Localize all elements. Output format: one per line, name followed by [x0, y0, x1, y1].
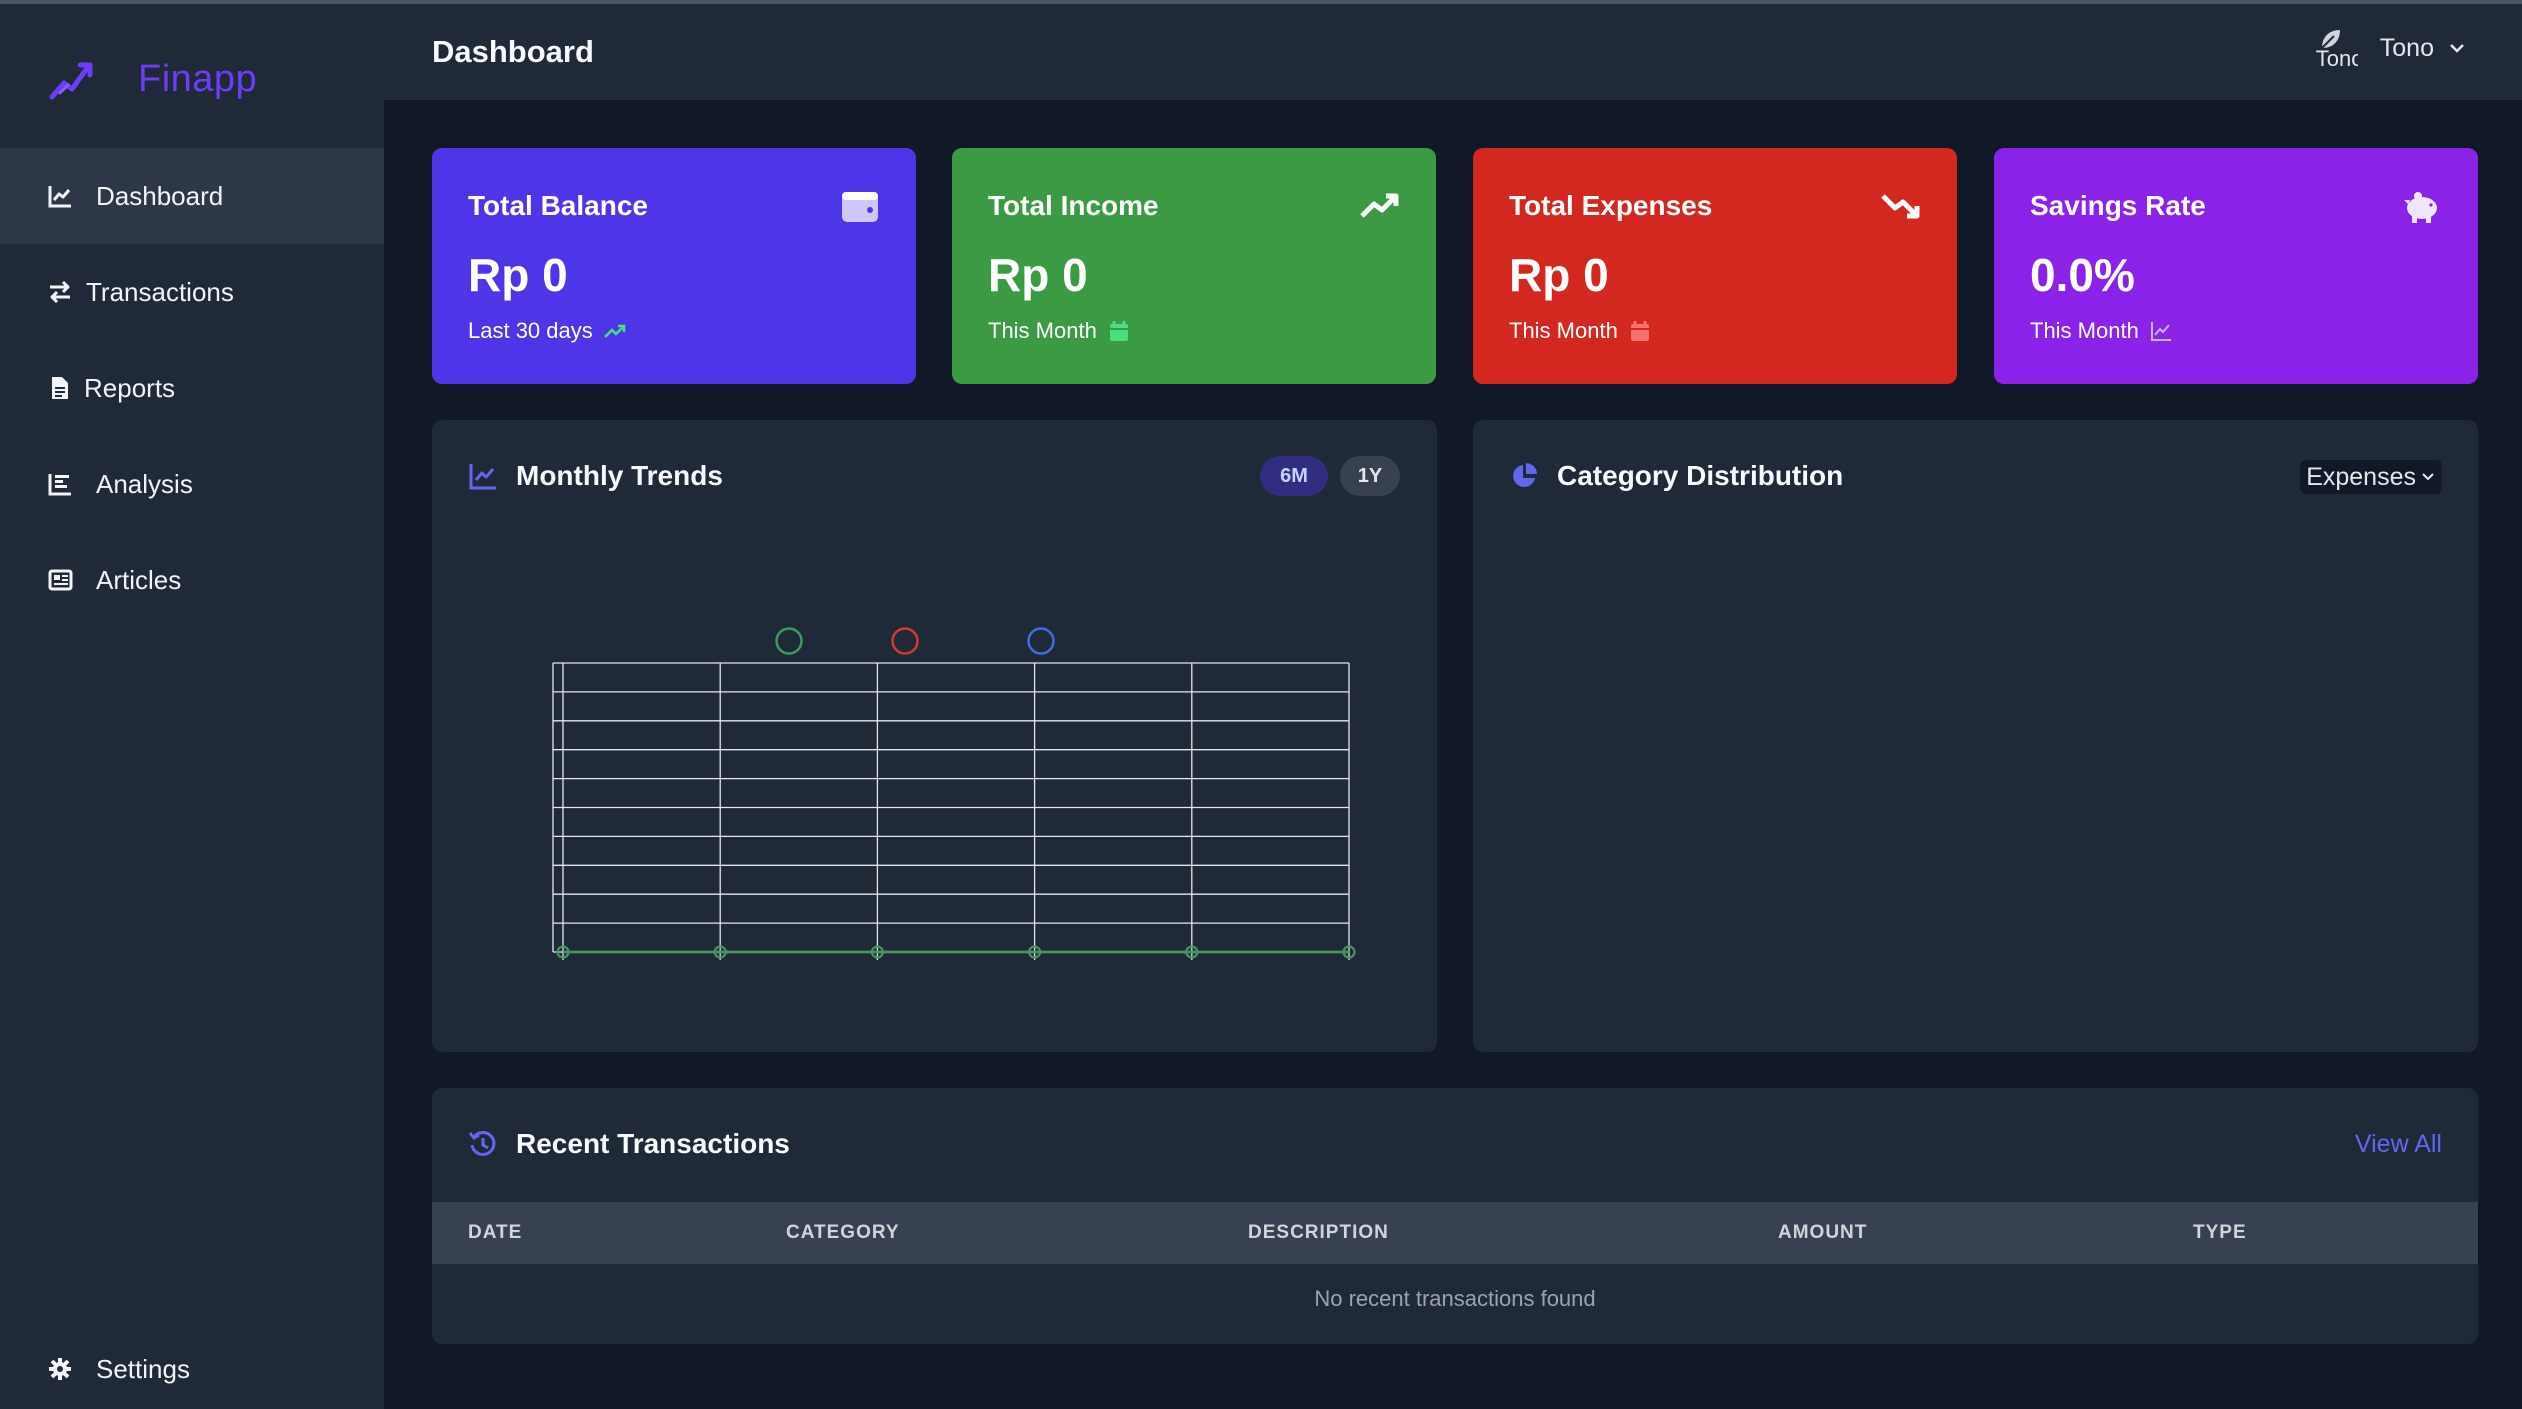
brand-name: Finapp — [138, 57, 258, 100]
column-header-category[interactable]: CATEGORY — [786, 1222, 900, 1244]
legend-marker — [1027, 627, 1055, 655]
sidebar-item-transactions[interactable]: Transactions — [0, 244, 384, 340]
stat-value: Rp 0 — [988, 249, 1088, 301]
stat-value: 0.0% — [2030, 249, 2135, 301]
sidebar: Finapp Dashboard Transactions Reports An… — [0, 4, 384, 1409]
sidebar-item-label: Reports — [84, 372, 176, 403]
stat-title: Total Balance — [468, 190, 648, 221]
sidebar-item-analysis[interactable]: Analysis — [0, 436, 384, 532]
sidebar-item-settings[interactable]: Settings — [0, 1321, 384, 1409]
stat-title: Savings Rate — [2030, 190, 2206, 221]
sidebar-item-articles[interactable]: Articles — [0, 532, 384, 628]
user-name: Tono — [2379, 33, 2434, 62]
top-bar: Dashboard Tono Tono — [384, 4, 2522, 100]
stat-subtitle-text: This Month — [988, 318, 1097, 343]
trend-up-icon — [603, 324, 625, 338]
category-distribution-panel: Category Distribution Expenses — [1473, 420, 2478, 1052]
exchange-icon — [46, 278, 74, 306]
sidebar-item-label: Articles — [96, 564, 182, 595]
stat-subtitle-text: This Month — [2030, 318, 2139, 343]
stat-title: Total Expenses — [1509, 190, 1713, 221]
column-header-description[interactable]: DESCRIPTION — [1248, 1222, 1389, 1244]
wallet-icon — [842, 192, 878, 222]
calendar-icon — [1109, 321, 1128, 341]
panel-title-text: Category Distribution — [1557, 460, 1844, 491]
chart-bar-icon — [46, 470, 74, 498]
newspaper-icon — [46, 566, 74, 594]
avatar-alt-text: Tono — [2315, 46, 2358, 70]
stat-card-total-balance: Total Balance Rp 0 Last 30 days — [432, 148, 916, 384]
stat-card-savings-rate: Savings Rate 0.0% This Month — [1994, 148, 2478, 384]
sidebar-item-label: Settings — [96, 1353, 190, 1384]
stat-card-total-income: Total Income Rp 0 This Month — [952, 148, 1436, 384]
stat-title: Total Income — [988, 190, 1159, 221]
legend-marker — [891, 627, 919, 655]
recent-transactions-panel: Recent Transactions View All DATE CATEGO… — [432, 1088, 2478, 1344]
trend-down-icon — [1881, 194, 1920, 219]
panel-title: Category Distribution — [1509, 460, 1843, 492]
avatar[interactable]: Tono — [2316, 26, 2358, 70]
trend-up-icon — [1360, 193, 1399, 218]
stat-subtitle-text: Last 30 days — [468, 318, 593, 343]
category-type-select[interactable]: Expenses — [2300, 460, 2442, 494]
stat-subtitle: This Month — [1509, 318, 1652, 344]
category-type-value: Expenses — [2306, 462, 2416, 491]
stat-subtitle: Last 30 days — [468, 318, 627, 344]
brand[interactable]: Finapp — [48, 54, 257, 104]
column-header-date[interactable]: DATE — [468, 1222, 522, 1244]
stat-subtitle-text: This Month — [1509, 318, 1618, 343]
column-header-type[interactable]: TYPE — [2193, 1222, 2247, 1244]
sidebar-item-label: Dashboard — [96, 180, 224, 211]
chart-line-icon — [46, 182, 74, 210]
stat-card-total-expenses: Total Expenses Rp 0 This Month — [1473, 148, 1957, 384]
sidebar-item-dashboard[interactable]: Dashboard — [0, 148, 384, 244]
stat-value: Rp 0 — [468, 249, 568, 301]
column-header-amount[interactable]: AMOUNT — [1778, 1222, 1867, 1244]
chart-line-icon — [2150, 322, 2171, 341]
monthly-trends-panel: Monthly Trends 6M 1Y — [432, 420, 1437, 1052]
empty-state-message: No recent transactions found — [1314, 1286, 1596, 1311]
chevron-down-icon — [2422, 473, 2434, 481]
monthly-trends-chart — [552, 627, 1356, 960]
user-menu[interactable]: Tono Tono — [2316, 26, 2466, 70]
gear-icon — [46, 1355, 74, 1383]
panel-title: Recent Transactions — [468, 1128, 790, 1160]
view-all-link[interactable]: View All — [2355, 1130, 2442, 1159]
pie-chart-icon — [1513, 463, 1537, 487]
sidebar-item-label: Analysis — [96, 468, 193, 499]
piggy-bank-icon — [2404, 192, 2437, 223]
panel-title-text: Recent Transactions — [516, 1128, 790, 1159]
file-icon — [46, 374, 74, 402]
table-header: DATE CATEGORY DESCRIPTION AMOUNT TYPE — [432, 1202, 2478, 1264]
stat-subtitle: This Month — [988, 318, 1131, 344]
stat-subtitle: This Month — [2030, 318, 2173, 344]
sidebar-item-reports[interactable]: Reports — [0, 340, 384, 436]
chevron-down-icon — [2450, 44, 2464, 53]
calendar-icon — [1630, 321, 1649, 341]
chart-line-up-icon — [49, 62, 93, 100]
stat-value: Rp 0 — [1509, 249, 1609, 301]
legend-marker — [775, 627, 803, 655]
sidebar-item-label: Transactions — [86, 276, 234, 307]
history-icon — [468, 1130, 496, 1156]
page-title: Dashboard — [432, 34, 594, 69]
